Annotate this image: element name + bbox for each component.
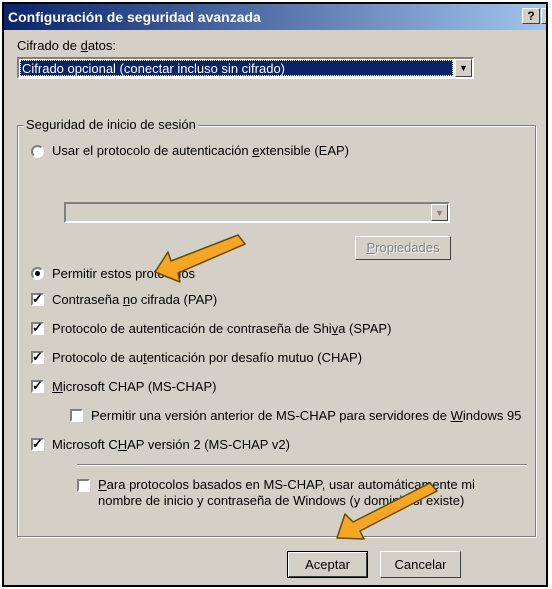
properties-button[interactable]: Propiedades: [355, 236, 451, 260]
ms-chap-v2-checkbox[interactable]: ✓: [31, 436, 44, 451]
logon-security-legend: Seguridad de inicio de sesión: [24, 117, 198, 132]
screenshot-frame: Configuración de seguridad avanzada ? × …: [2, 2, 548, 587]
chap-label[interactable]: Protocolo de autenticación por desafío m…: [52, 350, 362, 365]
check-icon: ✓: [32, 291, 43, 306]
check-icon: ✓: [32, 378, 43, 393]
encryption-label: Cifrado de datos:: [17, 38, 117, 53]
close-icon: ×: [546, 9, 548, 23]
windows-credentials-checkbox[interactable]: [77, 479, 90, 492]
check-icon: ✓: [32, 436, 43, 451]
ms-chap-checkbox[interactable]: ✓: [31, 378, 44, 393]
pap-checkbox[interactable]: ✓: [31, 291, 44, 306]
ms-chap-v2-label[interactable]: Microsoft CHAP versión 2 (MS-CHAP v2): [52, 437, 290, 452]
radio-selected-dot: [35, 271, 40, 276]
encryption-selected-value: Cifrado opcional (conectar incluso sin c…: [20, 60, 453, 76]
eap-radio-label[interactable]: Usar el protocolo de autenticación exten…: [52, 143, 349, 158]
ms-chap-win95-checkbox[interactable]: [70, 409, 83, 422]
help-button[interactable]: ?: [522, 8, 540, 24]
windows-credentials-label[interactable]: Para protocolos basados en MS-CHAP, usar…: [98, 477, 475, 509]
chevron-down-icon: ▼: [431, 204, 448, 221]
allow-protocols-label[interactable]: Permitir estos protocolos: [52, 266, 195, 281]
ok-button[interactable]: Aceptar: [287, 551, 368, 578]
title-bar: Configuración de seguridad avanzada ? ×: [4, 4, 548, 30]
allow-protocols-radio[interactable]: [31, 267, 44, 280]
ms-chap-win95-label[interactable]: Permitir una versión anterior de MS-CHAP…: [91, 408, 521, 423]
eap-radio[interactable]: [31, 145, 44, 158]
ms-chap-label[interactable]: Microsoft CHAP (MS-CHAP): [52, 379, 216, 394]
check-icon: ✓: [32, 349, 43, 364]
separator: [77, 464, 527, 466]
encryption-dropdown[interactable]: Cifrado opcional (conectar incluso sin c…: [17, 57, 474, 79]
spap-label[interactable]: Protocolo de autenticación de contraseña…: [52, 321, 391, 336]
check-icon: ✓: [32, 320, 43, 335]
help-icon: ?: [527, 9, 535, 23]
dialog-title: Configuración de seguridad avanzada: [8, 9, 261, 25]
eap-type-dropdown[interactable]: ▼: [64, 202, 450, 223]
cancel-button[interactable]: Cancelar: [380, 551, 461, 578]
pap-label[interactable]: Contraseña no cifrada (PAP): [52, 292, 217, 307]
advanced-security-dialog: Configuración de seguridad avanzada ? × …: [4, 4, 548, 585]
chap-checkbox[interactable]: ✓: [31, 349, 44, 364]
spap-checkbox[interactable]: ✓: [31, 320, 44, 335]
close-button[interactable]: ×: [541, 8, 548, 24]
chevron-down-icon[interactable]: ▼: [455, 59, 472, 77]
